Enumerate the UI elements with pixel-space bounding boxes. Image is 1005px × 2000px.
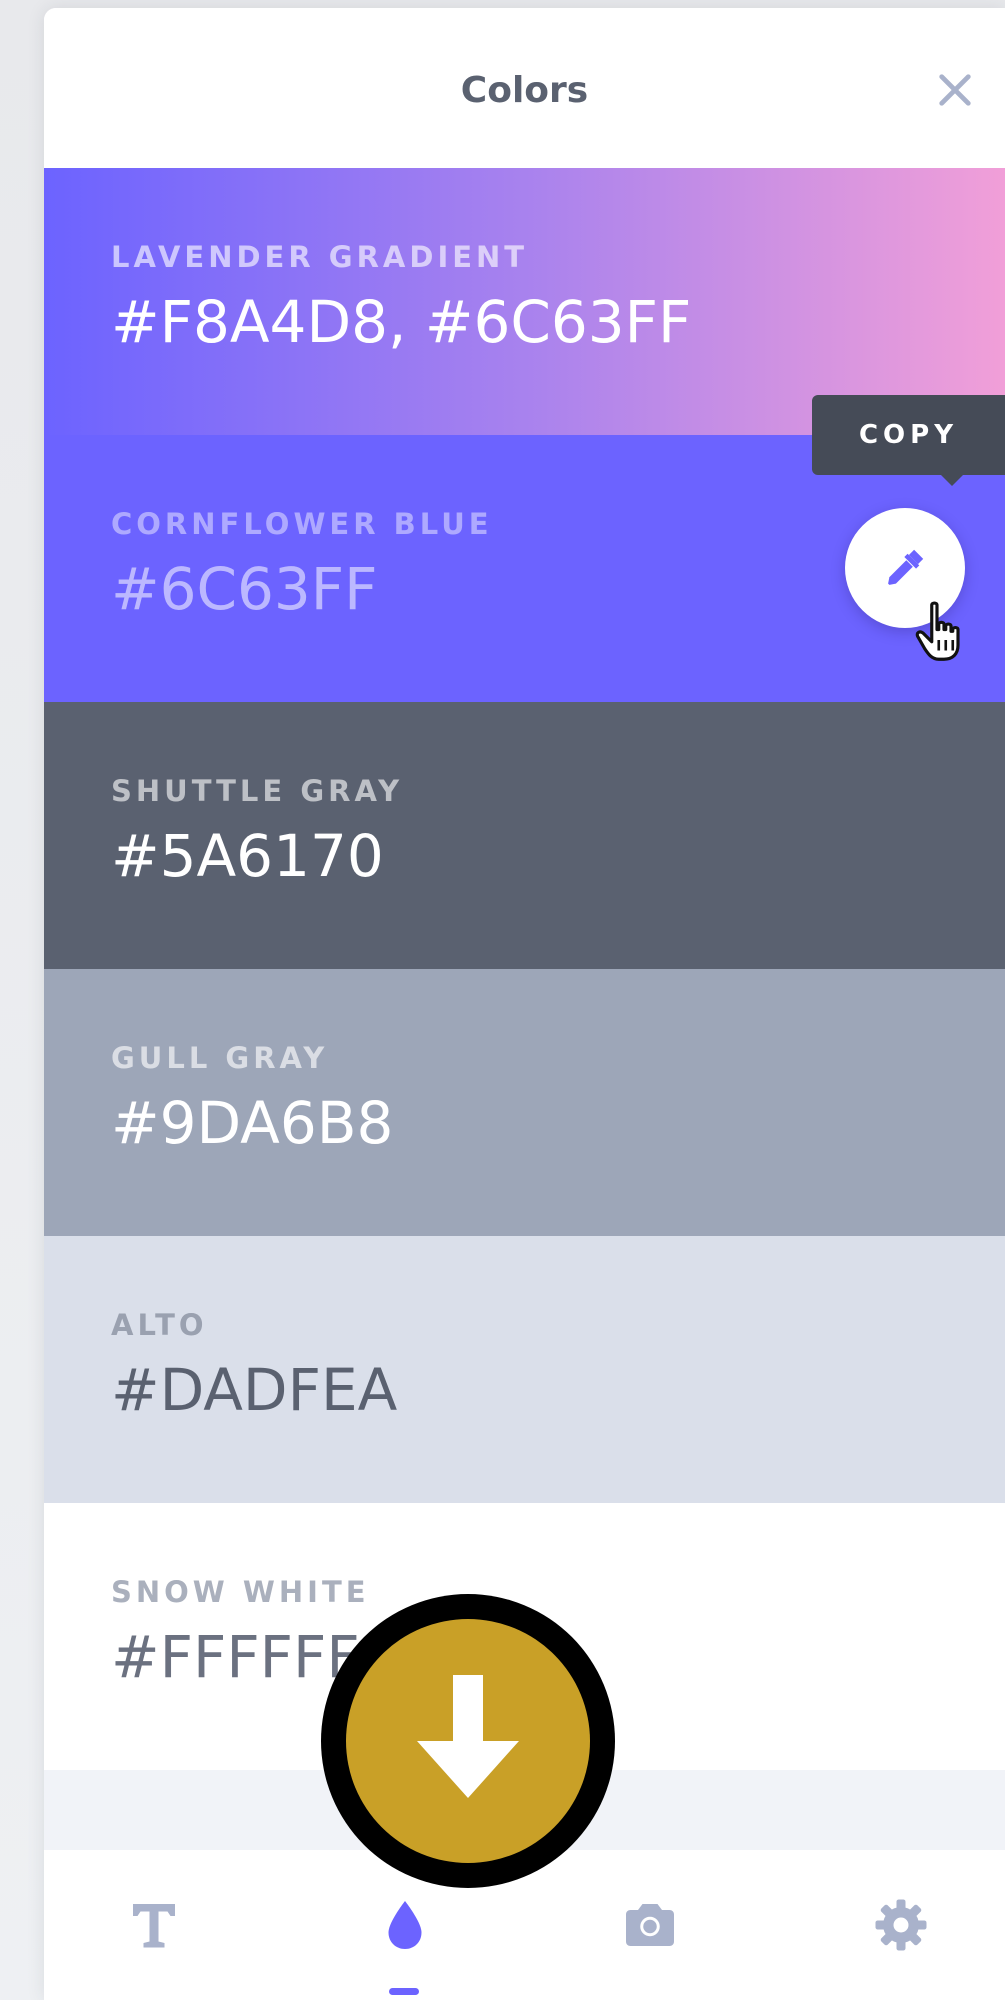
colors-panel: Colors LAVENDER GRADIENT #F8A4D8, #6C63F… [44, 8, 1005, 2000]
page-title: Colors [460, 70, 589, 111]
text-icon [133, 1904, 175, 1948]
tooltip-arrow [940, 474, 964, 486]
swatch-hex: #9DA6B8 [111, 1089, 394, 1157]
swatch-alto[interactable]: ALTO #DADFEA [44, 1236, 1005, 1503]
swatch-name: CORNFLOWER BLUE [111, 507, 493, 541]
hand-pointer-icon [915, 601, 960, 661]
swatch-shuttle-gray[interactable]: SHUTTLE GRAY #5A6170 [44, 702, 1005, 969]
swatch-hex: #FFFFFF [111, 1623, 360, 1691]
swatch-hex: #F8A4D8, #6C63FF [111, 288, 692, 356]
swatch-hex: #5A6170 [111, 822, 384, 890]
eyedropper-icon [888, 549, 924, 585]
swatch-name: LAVENDER GRADIENT [111, 240, 529, 274]
download-button-face [346, 1619, 590, 1863]
swatch-name: GULL GRAY [111, 1041, 329, 1075]
swatch-name: ALTO [111, 1308, 208, 1342]
copy-tooltip: COPY [812, 395, 1005, 475]
swatch-hex: #6C63FF [111, 555, 378, 623]
active-tab-indicator [389, 1988, 419, 1995]
download-arrow-icon [417, 1675, 519, 1798]
swatch-name: SHUTTLE GRAY [111, 774, 404, 808]
swatch-name: SNOW WHITE [111, 1575, 370, 1609]
swatch-hex: #DADFEA [111, 1356, 398, 1424]
gear-icon [875, 1899, 927, 1951]
panel-header: Colors [44, 8, 1005, 168]
nav-item-camera[interactable] [590, 1850, 710, 2000]
nav-item-settings[interactable] [841, 1850, 961, 2000]
swatch-gull-gray[interactable]: GULL GRAY #9DA6B8 [44, 969, 1005, 1236]
close-button[interactable] [925, 60, 985, 120]
download-button[interactable] [321, 1594, 615, 1888]
drop-icon [388, 1901, 422, 1949]
close-icon [939, 74, 971, 106]
camera-icon [626, 1904, 674, 1946]
nav-item-text[interactable] [94, 1850, 214, 2000]
